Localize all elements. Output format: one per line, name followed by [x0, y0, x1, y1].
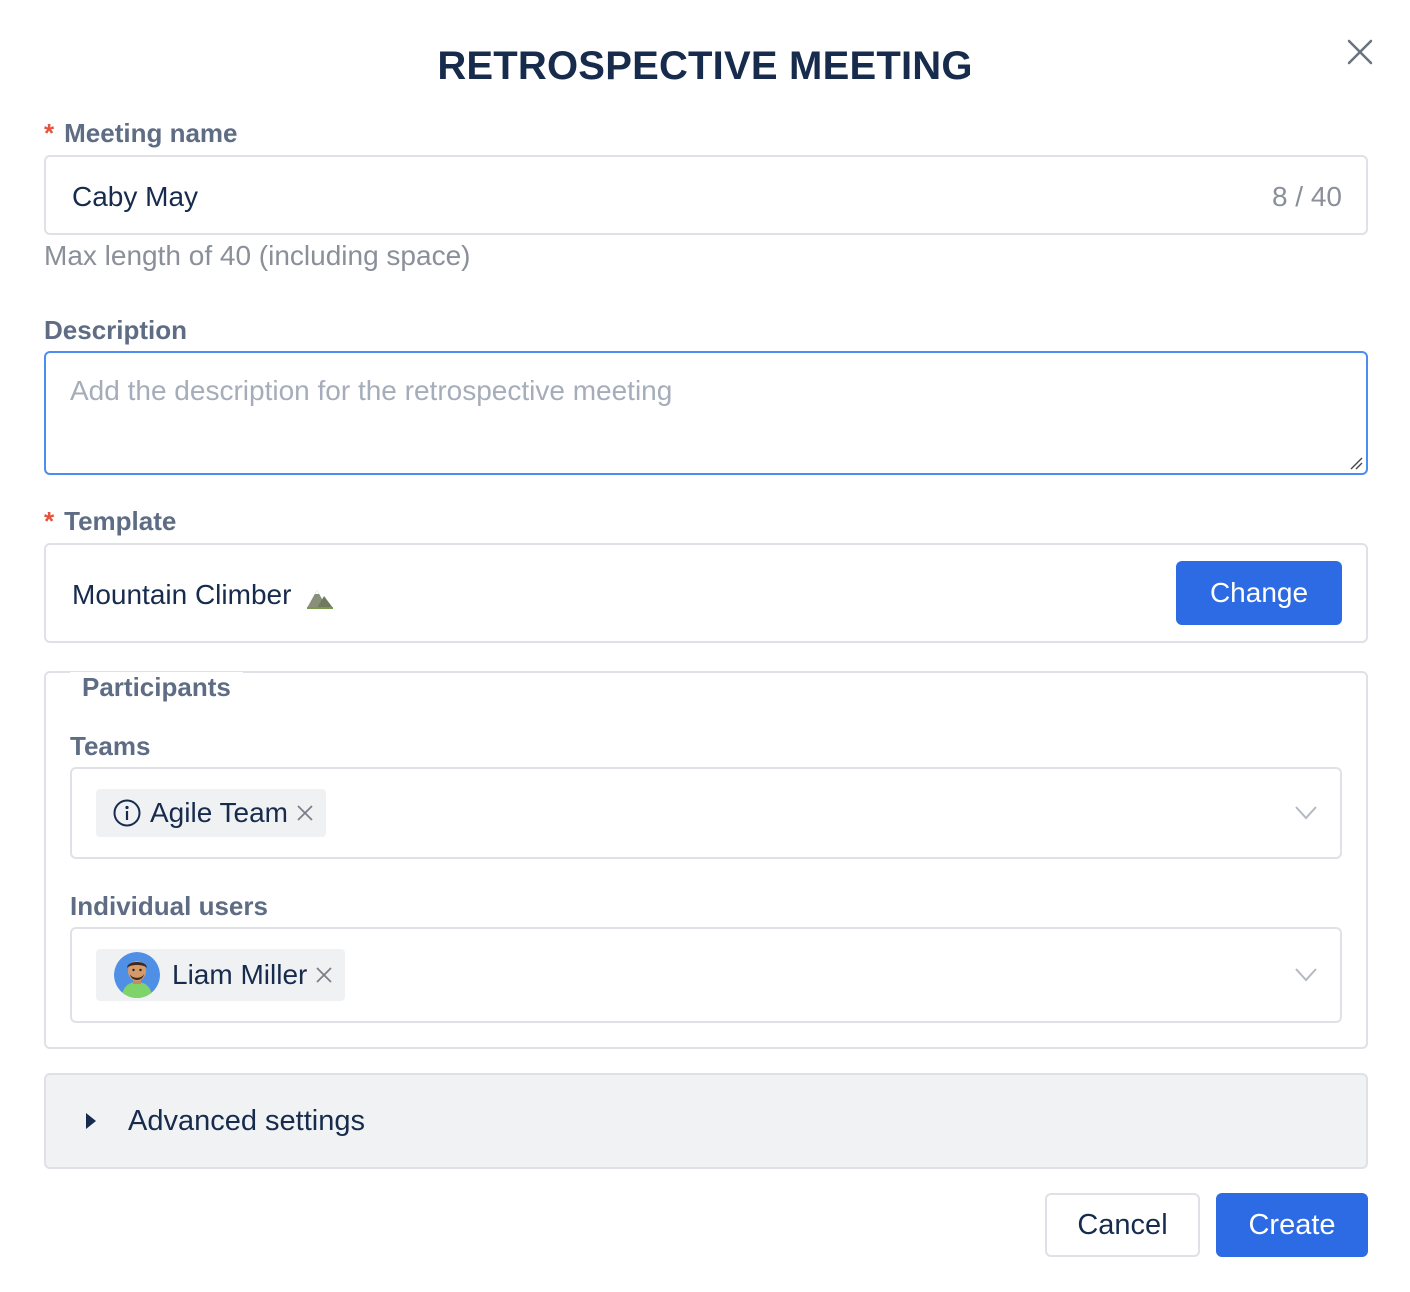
avatar: [114, 952, 160, 998]
character-counter: 8 / 40: [1271, 181, 1342, 212]
description-field: [44, 351, 1368, 475]
required-mark: *: [44, 506, 55, 536]
remove-team-icon[interactable]: [294, 802, 316, 824]
template-label: * Template: [44, 506, 176, 537]
meeting-name-label-text: Meeting name: [64, 118, 238, 148]
participants-legend: Participants: [70, 672, 243, 703]
create-button[interactable]: Create: [1216, 1193, 1368, 1257]
caret-right-icon: [86, 1113, 96, 1129]
template-field: Mountain Climber: [44, 543, 1368, 643]
required-mark: *: [44, 118, 55, 148]
user-chip-label: Liam Miller: [172, 959, 308, 990]
advanced-settings-label: Advanced settings: [128, 1105, 365, 1137]
dialog-title: RETROSPECTIVE MEETING: [437, 44, 973, 88]
template-name: Mountain Climber: [72, 579, 292, 610]
meeting-name-value: Caby May: [72, 181, 199, 212]
meeting-name-input[interactable]: Caby May 8 / 40: [44, 155, 1368, 235]
mountain-icon: [307, 589, 334, 609]
team-chip-label: Agile Team: [150, 797, 289, 828]
retrospective-meeting-dialog: RETROSPECTIVE MEETING * Meeting name Caby…: [0, 0, 1410, 1292]
meeting-name-help: Max length of 40 (including space): [44, 240, 471, 271]
description-textarea[interactable]: [46, 353, 1366, 473]
change-template-button[interactable]: Change: [1176, 561, 1342, 625]
chevron-down-icon[interactable]: [1292, 965, 1320, 985]
teams-select[interactable]: Agile Team: [70, 767, 1342, 859]
remove-user-icon[interactable]: [313, 964, 335, 986]
individual-users-select[interactable]: Liam Miller: [70, 927, 1342, 1023]
template-value: Mountain Climber: [72, 579, 335, 611]
close-button[interactable]: [1340, 32, 1380, 72]
chevron-down-icon[interactable]: [1292, 803, 1320, 823]
individual-users-label: Individual users: [70, 891, 268, 921]
close-icon: [1347, 39, 1373, 65]
user-chip: Liam Miller: [96, 949, 346, 1001]
info-icon[interactable]: [112, 798, 142, 828]
description-label: Description: [44, 315, 188, 345]
template-label-text: Template: [64, 506, 177, 536]
team-chip: Agile Team: [96, 789, 327, 837]
resize-grip-icon[interactable]: [1347, 454, 1363, 470]
meeting-name-label: * Meeting name: [44, 118, 238, 149]
advanced-settings-toggle[interactable]: Advanced settings: [44, 1073, 1368, 1169]
teams-label: Teams: [70, 731, 151, 761]
cancel-button[interactable]: Cancel: [1045, 1193, 1200, 1257]
